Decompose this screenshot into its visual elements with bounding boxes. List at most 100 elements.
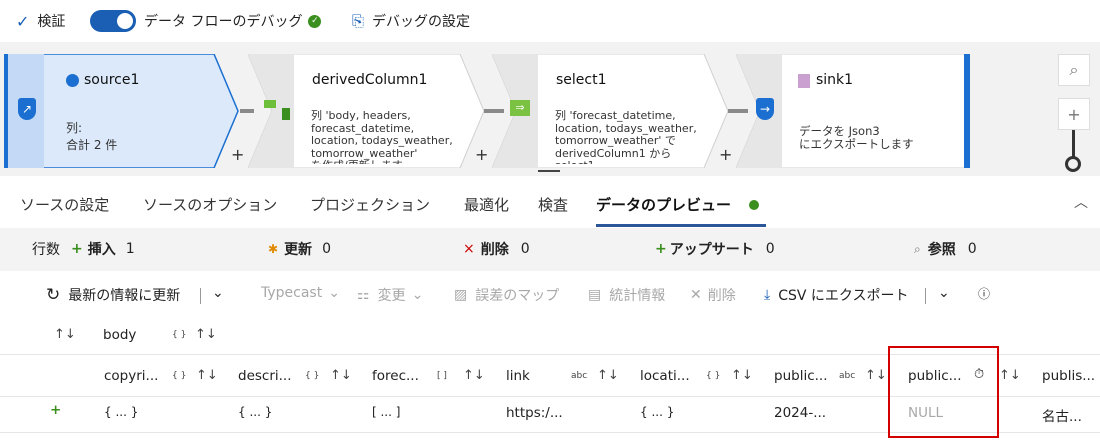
table-cell[interactable]: [ ... ] xyxy=(372,405,400,419)
node-title: derivedColumn1 xyxy=(312,72,428,88)
add-transform-icon[interactable]: + xyxy=(231,145,244,164)
sort-icon[interactable]: ↑↓ xyxy=(195,327,217,342)
database-icon: ↗ xyxy=(18,98,36,120)
collapse-chevron-icon[interactable]: ︿ xyxy=(1074,192,1088,212)
column-header-body[interactable]: body xyxy=(103,327,136,343)
add-transform-icon[interactable]: + xyxy=(719,145,732,164)
lookup-count: 0 xyxy=(967,241,977,257)
error-map-button[interactable]: ▨ 誤差のマップ xyxy=(454,285,559,305)
zoom-in-icon[interactable]: + xyxy=(1058,98,1090,130)
refresh-button[interactable]: ↻ 最新の情報に更新 xyxy=(46,285,180,305)
tab-source-settings[interactable]: ソースの設定 xyxy=(20,194,109,215)
sort-icon[interactable]: ↑↓ xyxy=(54,327,76,342)
sort-icon[interactable]: ↑↓ xyxy=(196,368,218,383)
download-icon: ⤓ xyxy=(764,287,771,303)
table-cell[interactable]: { ... } xyxy=(104,405,138,419)
node-source1[interactable]: ↗ source1 列: 合計 2 件 xyxy=(4,54,240,168)
table-cell[interactable]: { ... } xyxy=(640,405,674,419)
debug-label: データ フローのデバッグ xyxy=(144,14,303,30)
tab-projection[interactable]: プロジェクション xyxy=(310,194,430,215)
sort-icon[interactable]: ↑↓ xyxy=(330,368,352,383)
typecast-button[interactable]: Typecast ⌄ xyxy=(261,285,340,301)
validate-button[interactable]: ✓ 検証 xyxy=(16,0,65,42)
export-dropdown-chevron-icon[interactable]: ⌄ xyxy=(938,285,950,301)
toggle-switch[interactable] xyxy=(90,10,136,32)
tab-optimize[interactable]: 最適化 xyxy=(464,194,509,215)
chevron-down-icon: ⌄ xyxy=(328,285,340,301)
node-derivedcolumn1[interactable]: derivedColumn1 列 'body, headers, forecas… xyxy=(248,54,484,168)
sort-icon[interactable]: ↑↓ xyxy=(731,368,753,383)
column-header[interactable]: forec... xyxy=(372,368,419,384)
rows-label: 行数 xyxy=(32,242,60,258)
highlight-box xyxy=(888,346,999,438)
column-header[interactable]: locati... xyxy=(640,368,690,384)
column-header[interactable]: link xyxy=(506,368,530,384)
tab-bar: ソースの設定 ソースのオプション プロジェクション 最適化 検査 データのプレビ… xyxy=(0,176,1100,229)
separator xyxy=(200,288,201,304)
delete-count: 0 xyxy=(520,241,530,257)
stats-icon: ▤ xyxy=(588,287,602,303)
table-cell[interactable]: 2024-... xyxy=(774,405,826,421)
source-type-icon xyxy=(66,74,79,87)
typecast-label: Typecast xyxy=(261,285,323,301)
node-sink1[interactable]: → sink1 データを Json3 にエクスポートします xyxy=(736,54,972,168)
sort-icon[interactable]: ↑↓ xyxy=(999,368,1021,383)
update-stat: ✱ 更新 0 xyxy=(268,239,331,259)
preview-toolbar: ↻ 最新の情報に更新 ⌄ Typecast ⌄ ⚏ 変更 ⌄ ▨ 誤差のマップ … xyxy=(0,271,1100,319)
info-icon[interactable]: ⓘ xyxy=(978,285,990,302)
insert-count: 1 xyxy=(125,241,135,257)
resize-handle[interactable] xyxy=(538,170,560,172)
node-title: select1 xyxy=(556,72,607,88)
tab-inspect[interactable]: 検査 xyxy=(538,194,568,215)
sort-icon[interactable]: ↑↓ xyxy=(865,368,887,383)
node-description: データを Json3 にエクスポートします xyxy=(799,125,914,151)
zoom-slider-handle[interactable] xyxy=(1065,156,1081,172)
node-select1[interactable]: ⇒ select1 列 'forecast_datetime, location… xyxy=(492,54,728,168)
tab-source-options[interactable]: ソースのオプション xyxy=(143,194,277,215)
select-icon: ⇒ xyxy=(510,100,530,116)
x-icon: × xyxy=(463,241,475,257)
sort-icon[interactable]: ↑↓ xyxy=(597,368,619,383)
search-small-icon: ⌕ xyxy=(914,241,921,256)
debug-settings-button[interactable]: ⎘ デバッグの設定 xyxy=(352,0,470,42)
table-cell[interactable]: { ... } xyxy=(238,405,272,419)
table-cell[interactable]: 名古... xyxy=(1042,405,1082,425)
json-file-icon xyxy=(798,74,810,88)
column-header[interactable]: descri... xyxy=(238,368,292,384)
refresh-dropdown-chevron-icon[interactable]: ⌄ xyxy=(212,285,224,301)
export-csv-button[interactable]: ⤓ CSV にエクスポート xyxy=(764,285,908,305)
update-label: 更新 xyxy=(284,242,313,258)
column-header[interactable]: public... xyxy=(774,368,828,384)
upsert-icon: + xyxy=(655,241,667,257)
column-header[interactable]: publis... xyxy=(1042,368,1095,384)
tab-data-preview[interactable]: データのプレビュー xyxy=(596,194,731,215)
active-tab-indicator xyxy=(596,224,766,227)
object-type-icon: { } xyxy=(305,371,320,381)
error-map-label: 誤差のマップ xyxy=(475,288,560,304)
search-icon[interactable]: ⌕ xyxy=(1058,54,1090,86)
asterisk-icon: ✱ xyxy=(268,242,279,256)
statistics-button[interactable]: ▤ 統計情報 xyxy=(588,285,665,305)
modify-button[interactable]: ⚏ 変更 ⌄ xyxy=(357,285,423,305)
modify-label: 変更 xyxy=(377,288,406,304)
status-dot xyxy=(749,200,759,210)
column-header[interactable]: copyri... xyxy=(104,368,158,384)
zoom-slider[interactable] xyxy=(1072,130,1075,158)
insert-label: 挿入 xyxy=(87,242,116,258)
add-transform-icon[interactable]: + xyxy=(475,145,488,164)
node-description: 列 'forecast_datetime, location, todays_w… xyxy=(555,110,697,164)
sink-database-icon: → xyxy=(756,98,774,120)
upsert-stat: + アップサート 0 xyxy=(655,239,775,259)
map-icon: ▨ xyxy=(454,287,468,303)
node-description: 列 'body, headers, forecast_datetime, loc… xyxy=(311,110,453,164)
remove-label: 削除 xyxy=(707,288,736,304)
sort-icon[interactable]: ↑↓ xyxy=(463,368,485,383)
object-type-icon: { } xyxy=(172,330,187,340)
debug-toggle[interactable]: データ フローのデバッグ ✓ xyxy=(90,0,322,42)
table-cell[interactable]: https:/... xyxy=(506,405,563,421)
remove-button[interactable]: ✕ 削除 xyxy=(690,285,736,305)
settings-doc-icon: ⎘ xyxy=(352,12,365,30)
debug-settings-label: デバッグの設定 xyxy=(372,14,471,30)
dataflow-canvas[interactable]: ↗ source1 列: 合計 2 件 + derivedColumn1 列 '… xyxy=(0,42,1100,176)
rows-stat: 行数 xyxy=(32,239,60,259)
